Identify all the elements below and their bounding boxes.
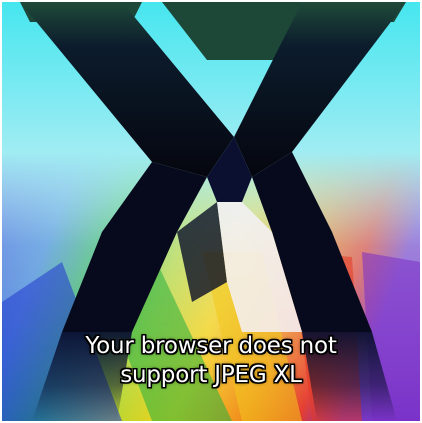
caption-line-2: support JPEG XL	[120, 362, 302, 388]
caption-line-1: Your browser does not	[85, 333, 337, 359]
browser-unsupported-caption: Your browser does not support JPEG XL	[2, 332, 420, 390]
jpeg-xl-fallback-image: Your browser does not support JPEG XL	[2, 2, 420, 421]
